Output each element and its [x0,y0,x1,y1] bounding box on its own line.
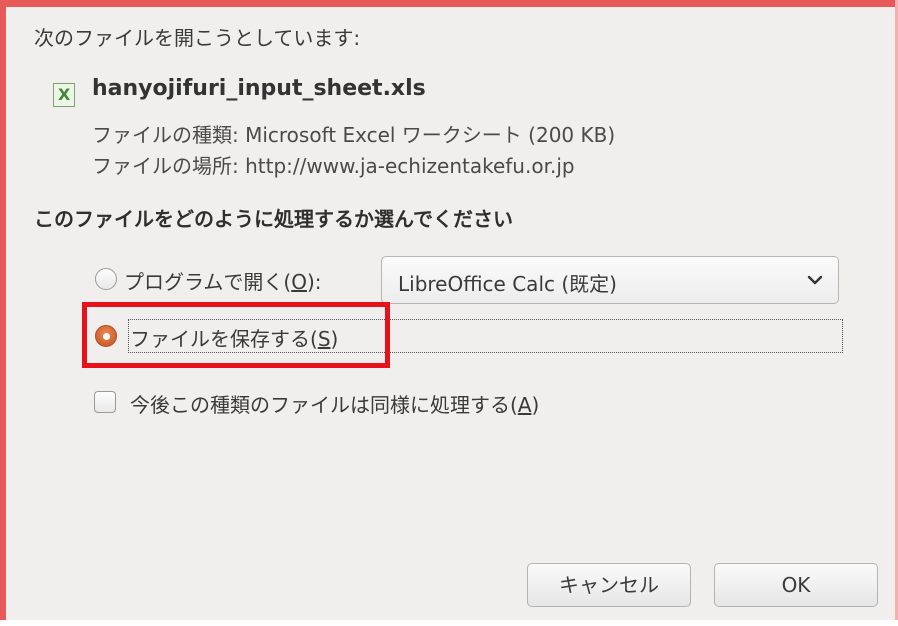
annotation-highlight-box [82,302,390,368]
open-with-label[interactable]: プログラムで開く(O): [124,266,322,295]
ok-button[interactable]: OK [714,563,878,607]
remember-choice-checkbox[interactable] [94,391,116,413]
application-select[interactable]: LibreOffice Calc (既定) [381,256,839,304]
file-type: ファイルの種類: Microsoft Excel ワークシート (200 KB) [92,123,616,147]
chevron-down-icon [807,275,823,285]
file-name: hanyojifuri_input_sheet.xls [92,76,426,101]
cancel-button[interactable]: キャンセル [527,563,691,607]
spreadsheet-file-icon: X [53,83,75,107]
window-frame-top [0,0,898,7]
file-icon-glyph: X [58,85,71,104]
action-question: このファイルをどのように処理するか選んでください [34,207,513,231]
open-with-mnemonic: O [291,270,307,294]
open-with-radio[interactable] [95,268,117,290]
dialog-prompt: 次のファイルを開こうとしています: [34,26,361,50]
window-bottom-edge [0,620,898,626]
remember-mnemonic: A [517,393,532,417]
remember-choice-label[interactable]: 今後この種類のファイルは同様に処理する(A) [130,389,539,418]
window-frame-left [0,0,6,626]
file-location: ファイルの場所: http://www.ja-echizentakefu.or.… [92,154,575,178]
application-select-value: LibreOffice Calc (既定) [398,272,617,296]
